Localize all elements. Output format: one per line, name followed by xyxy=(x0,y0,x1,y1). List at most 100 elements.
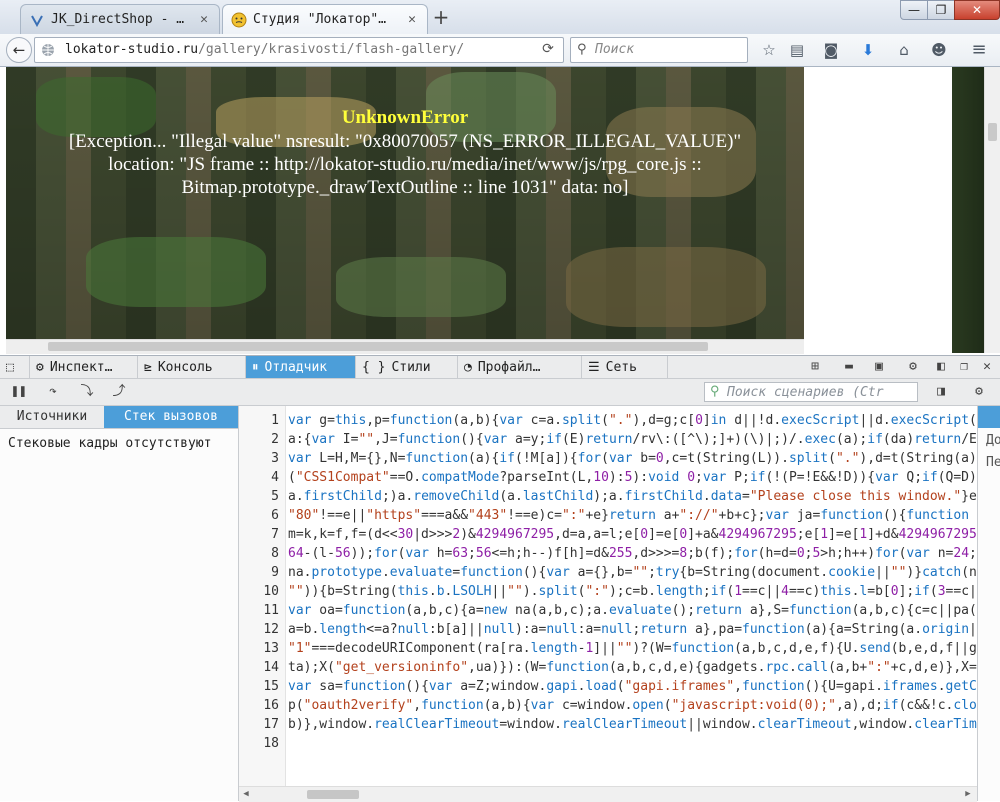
devtools-tab-bar: ⬚ ⚙ Инспект… ⊵ Консоль ⏸ Отладчик { } Стили … xyxy=(0,356,1000,379)
back-button[interactable]: ← xyxy=(6,37,32,63)
line-number[interactable]: 1 xyxy=(239,411,279,430)
code-line[interactable]: na.prototype.evaluate=function(){var a={… xyxy=(288,563,977,582)
maximize-button[interactable]: ❐ xyxy=(927,0,955,20)
tab-lokator-studio[interactable]: Студия "Локатор"… ✕ xyxy=(222,4,428,34)
line-number[interactable]: 11 xyxy=(239,601,279,620)
close-window-button[interactable]: ✕ xyxy=(954,0,1000,20)
download-icon[interactable]: ⬇ xyxy=(857,40,879,60)
line-number[interactable]: 8 xyxy=(239,544,279,563)
pause-icon[interactable]: ❚❚ xyxy=(10,383,28,401)
scrollbar-thumb[interactable] xyxy=(48,342,708,351)
code-line[interactable]: m=k,k=f,f=(d<<30|d>>>2)&4294967295,d=a,a… xyxy=(288,525,977,544)
undock-icon[interactable]: ❐ xyxy=(955,358,973,376)
code-line[interactable]: "1"===decodeURIComponent(ra[ra.length-1]… xyxy=(288,639,977,658)
pocket-icon[interactable]: ◙ xyxy=(820,40,842,60)
blurred-tile xyxy=(86,237,266,307)
settings-gear-icon[interactable]: ⚙ xyxy=(904,358,922,376)
page-vertical-scrollbar[interactable] xyxy=(984,67,1000,353)
debugger-toolbar: ❚❚ ↷ ⤵ ⤴ ⚲ Поиск сценариев (Ctr ◨ ⚙ xyxy=(0,379,1000,406)
code-line[interactable]: "")){b=String(this.b.LSOLH||"").split(":… xyxy=(288,582,977,601)
code-line[interactable]: a=b.length<=a?null:b[a]||null):a=null:a=… xyxy=(288,620,977,639)
dock-side-icon[interactable]: ◧ xyxy=(932,358,950,376)
code-line[interactable]: a:{var I="",J=function(){var a=y;if(E)re… xyxy=(288,430,977,449)
tab-sources[interactable]: Источники xyxy=(0,406,104,428)
scrollbar-thumb[interactable] xyxy=(307,790,359,799)
tab-title: JK_DirectShop - … xyxy=(51,12,185,27)
profiler-icon: ◔ xyxy=(464,359,472,375)
code-area[interactable]: var g=this,p=function(a,b){var c=a.split… xyxy=(288,406,977,786)
tab-debugger[interactable]: ⏸ Отладчик xyxy=(246,356,356,378)
navigation-bar: ← lokator-studio.ru/gallery/krasivosti/f… xyxy=(0,34,1000,67)
line-number[interactable]: 9 xyxy=(239,563,279,582)
tab-style-editor[interactable]: { } Стили xyxy=(356,356,458,378)
line-number[interactable]: 12 xyxy=(239,620,279,639)
code-line[interactable]: 64-(l-56));for(var h=63;56<=h;h--)f[h]=d… xyxy=(288,544,977,563)
code-line[interactable]: "80"!==e||"https"===a&&"443"!==e)c=":"+e… xyxy=(288,506,969,525)
source-editor[interactable]: 1 2 3 4 5 6 7 8 9 10 11 12 13 14 15 16 17 18 var g=this,p… xyxy=(239,406,977,786)
toggle-pane-icon[interactable]: ◨ xyxy=(932,383,950,401)
code-line[interactable]: a.firstChild;)a.removeChild(a.lastChild)… xyxy=(288,487,977,506)
tab-console[interactable]: ⊵ Консоль xyxy=(138,356,246,378)
code-line[interactable]: var g=this,p=function(a,b){var c=a.split… xyxy=(288,411,977,430)
home-icon[interactable]: ⌂ xyxy=(893,40,915,60)
pane-tab[interactable] xyxy=(978,406,1000,428)
tab-label: Профайл… xyxy=(477,359,541,375)
code-line[interactable]: var oa=function(a,b,c){a=new na(a,b,c);a… xyxy=(288,601,977,620)
sidebar-tabs: Источники Стек вызовов xyxy=(0,406,238,429)
error-overlay: UnknownError [Exception... "Illegal valu… xyxy=(6,107,804,199)
line-number[interactable]: 6 xyxy=(239,506,279,525)
code-line[interactable]: p("oauth2verify",function(a,b){var c=win… xyxy=(288,696,977,715)
line-number[interactable]: 3 xyxy=(239,449,279,468)
tab-close-icon[interactable]: ✕ xyxy=(197,12,211,27)
new-tab-button[interactable]: + xyxy=(428,6,454,30)
code-line[interactable]: ("CSS1Compat"==O.compatMode?parseInt(L,1… xyxy=(288,468,977,487)
step-over-icon[interactable]: ↷ xyxy=(44,383,62,401)
smiley-addon-icon[interactable]: ☻ xyxy=(928,40,950,60)
minimize-button[interactable]: — xyxy=(900,0,928,20)
debugger-sidebar: Источники Стек вызовов Стековые кадры от… xyxy=(0,406,239,801)
line-number[interactable]: 14 xyxy=(239,658,279,677)
code-line[interactable]: var sa=function(){var a=Z;window.gapi.lo… xyxy=(288,677,977,696)
line-number[interactable]: 4 xyxy=(239,468,279,487)
line-number[interactable]: 18 xyxy=(239,734,279,753)
console-icon: ⊵ xyxy=(144,359,152,375)
search-bar[interactable]: ⚲ Поиск xyxy=(570,37,748,63)
bookmark-star-icon[interactable]: ☆ xyxy=(758,40,780,60)
step-out-icon[interactable]: ⤴ xyxy=(110,383,128,401)
code-line[interactable]: var L=H,M={},N=function(a){if(!M[a]){for… xyxy=(288,449,977,468)
bookmarks-menu-icon[interactable]: ▤ xyxy=(786,40,808,60)
pick-element-button[interactable]: ⬚ xyxy=(0,356,30,378)
reload-icon[interactable]: ⟳ xyxy=(538,41,558,59)
tab-jk-directshop[interactable]: JK_DirectShop - … ✕ xyxy=(20,4,220,34)
url-text[interactable]: lokator-studio.ru/gallery/krasivosti/fla… xyxy=(65,42,464,57)
tab-network[interactable]: ☰ Сеть xyxy=(582,356,668,378)
responsive-mode-icon[interactable]: ▬ xyxy=(840,358,858,376)
debugger-options-gear-icon[interactable]: ⚙ xyxy=(970,383,988,401)
screenshot-icon[interactable]: ▣ xyxy=(870,358,888,376)
line-number[interactable]: 5 xyxy=(239,487,279,506)
close-devtools-icon[interactable]: ✕ xyxy=(978,358,996,376)
tab-call-stack[interactable]: Стек вызовов xyxy=(104,406,238,428)
split-console-icon[interactable]: ⊞ xyxy=(806,358,824,376)
tab-inspector[interactable]: ⚙ Инспект… xyxy=(30,356,138,378)
line-number[interactable]: 13 xyxy=(239,639,279,658)
line-number[interactable]: 16 xyxy=(239,696,279,715)
line-number[interactable]: 17 xyxy=(239,715,279,734)
search-placeholder: Поиск xyxy=(595,42,635,57)
tab-label: Стили xyxy=(391,359,431,375)
line-number[interactable]: 7 xyxy=(239,525,279,544)
step-in-icon[interactable]: ⤵ xyxy=(78,383,96,401)
url-bar[interactable]: lokator-studio.ru/gallery/krasivosti/fla… xyxy=(34,37,564,63)
code-line[interactable]: ta);X("get_versioninfo",ua)}):(W=functio… xyxy=(288,658,977,677)
tab-close-icon[interactable]: ✕ xyxy=(405,12,419,27)
line-number[interactable]: 15 xyxy=(239,677,279,696)
script-search-input[interactable]: ⚲ Поиск сценариев (Ctr xyxy=(704,382,918,402)
scrollbar-thumb[interactable] xyxy=(988,123,997,141)
line-number[interactable]: 2 xyxy=(239,430,279,449)
tab-profiler[interactable]: ◔ Профайл… xyxy=(458,356,582,378)
line-number[interactable]: 10 xyxy=(239,582,279,601)
inspector-icon: ⚙ xyxy=(36,359,44,375)
code-line[interactable]: b)},window.realClearTimeout=window.realC… xyxy=(288,715,977,734)
hamburger-menu-icon[interactable]: ≡ xyxy=(968,40,990,60)
page-horizontal-scrollbar[interactable] xyxy=(6,339,804,354)
